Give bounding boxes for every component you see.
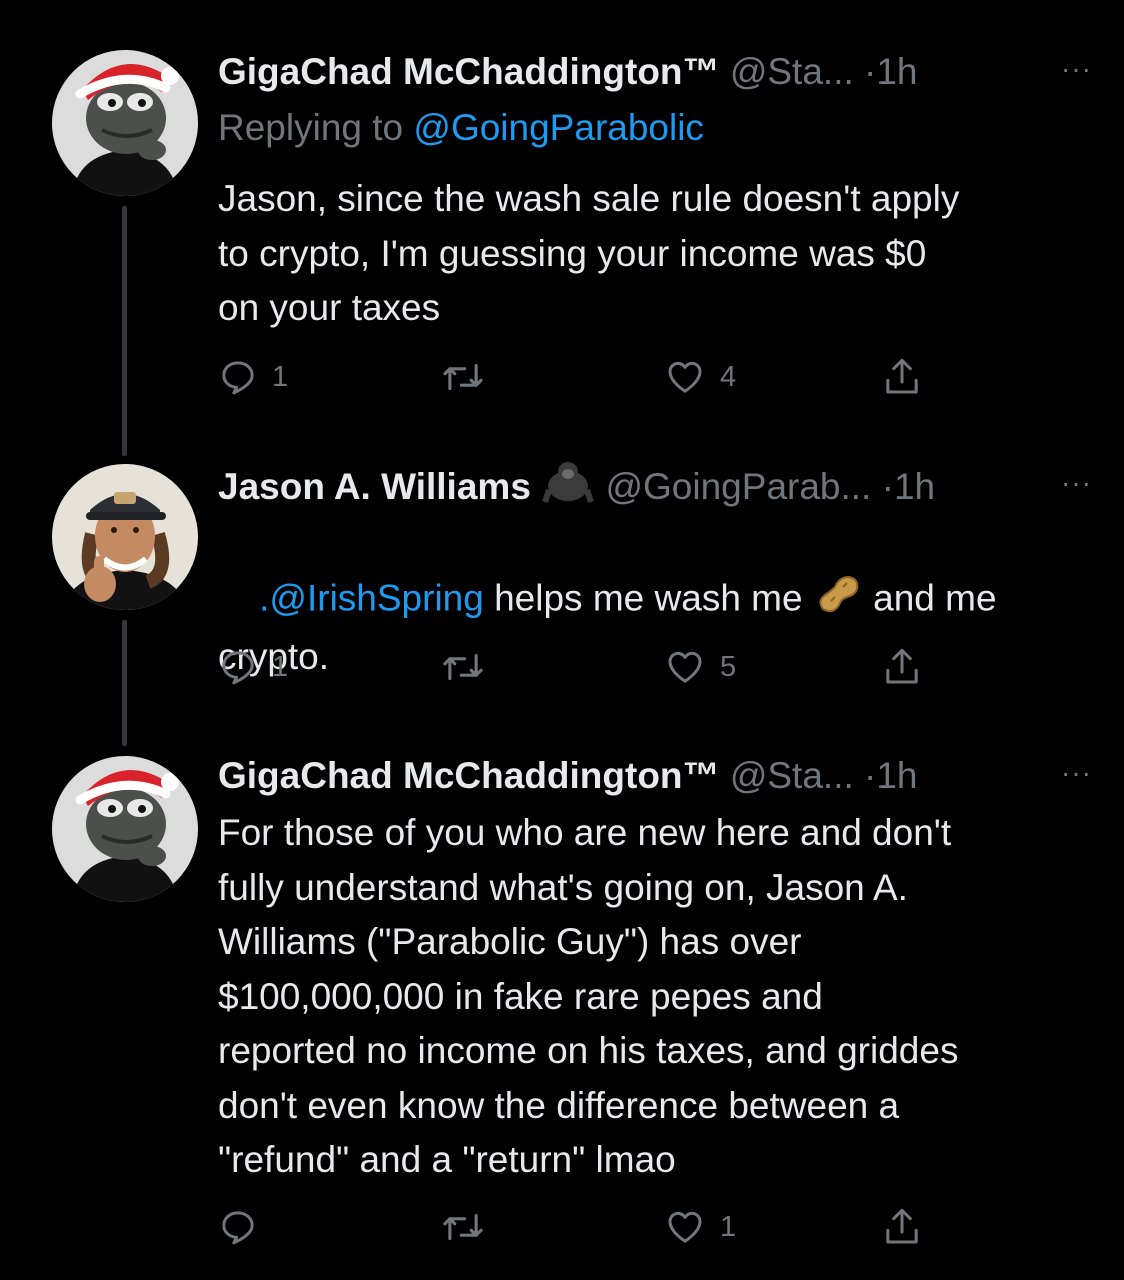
heart-icon (668, 361, 702, 393)
like-button[interactable]: 1 (664, 1202, 736, 1252)
tweet-text-part: helps me wash me (483, 577, 813, 619)
tweet-text-part: and me (862, 577, 997, 619)
heart-icon (668, 651, 702, 683)
tweet-header: Jason A. Williams @GoingParab... ·1h ··· (218, 460, 1091, 512)
share-icon (886, 358, 918, 394)
tweet-header: GigaChad McChaddington™ @Sta... ·1h ··· (218, 46, 1091, 98)
share-button[interactable] (882, 1202, 922, 1252)
retweet-icon (443, 1213, 483, 1241)
reply-count: 1 (272, 650, 289, 683)
heart-icon (668, 1211, 702, 1243)
more-options-icon[interactable]: ··· (1061, 460, 1092, 506)
share-button[interactable] (882, 352, 922, 402)
like-button[interactable]: 4 (664, 352, 736, 402)
gorilla-emoji-icon (541, 460, 595, 518)
tweet-header: GigaChad McChaddington™ @Sta... ·1h ··· (218, 750, 1091, 802)
author-name[interactable]: Jason A. Williams (218, 466, 531, 507)
tweet[interactable]: GigaChad McChaddington™ @Sta... ·1h ··· … (0, 748, 1124, 1258)
like-count: 4 (720, 360, 737, 393)
author-name[interactable]: GigaChad McChaddington™ (218, 51, 720, 92)
replying-prefix: Replying to (218, 107, 414, 148)
timestamp[interactable]: 1h (876, 755, 917, 796)
tweet-text: For those of you who are new here and do… (218, 812, 959, 1180)
replying-to: Replying to @GoingParabolic (218, 102, 704, 154)
retweet-icon (443, 653, 483, 681)
reply-icon (222, 651, 254, 685)
like-button[interactable]: 5 (664, 642, 736, 692)
peanut-emoji-icon (813, 571, 863, 631)
reply-count: 1 (272, 360, 289, 393)
tweet-actions: 1 4 (218, 352, 938, 402)
man-thumbs-up-avatar-icon (52, 464, 198, 610)
tweet[interactable]: GigaChad McChaddington™ @Sta... ·1h ··· … (0, 44, 1124, 414)
avatar[interactable] (52, 464, 198, 610)
tweet[interactable]: Jason A. Williams @GoingParab... ·1h ···… (0, 458, 1124, 708)
reply-icon (222, 1211, 254, 1245)
timestamp[interactable]: 1h (894, 466, 935, 507)
retweet-button[interactable] (440, 1202, 500, 1252)
share-icon (886, 648, 918, 684)
separator-dot: · (864, 755, 877, 796)
reply-icon (222, 361, 254, 395)
replying-to-link[interactable]: @GoingParabolic (413, 107, 704, 148)
pepe-santa-avatar-icon (52, 756, 198, 902)
share-icon (886, 1208, 918, 1244)
retweet-icon (443, 363, 483, 391)
retweet-button[interactable] (440, 642, 500, 692)
author-handle[interactable]: @Sta... (730, 755, 854, 796)
more-options-icon[interactable]: ··· (1061, 46, 1092, 92)
tweet-text: .@IrishSpring helps me wash me and me cry… (218, 516, 1078, 739)
tweet-actions: 1 (218, 1202, 938, 1252)
separator-dot: · (881, 465, 894, 507)
timestamp[interactable]: 1h (876, 51, 917, 92)
share-button[interactable] (882, 642, 922, 692)
mention-link[interactable]: .@IrishSpring (259, 577, 484, 618)
tweet-actions: 1 5 (218, 642, 938, 692)
reply-button[interactable] (218, 1202, 272, 1252)
pepe-santa-avatar-icon (52, 50, 198, 196)
separator-dot: · (864, 51, 877, 92)
reply-button[interactable]: 1 (218, 642, 288, 692)
retweet-button[interactable] (440, 352, 500, 402)
reply-button[interactable]: 1 (218, 352, 288, 402)
like-count: 5 (720, 650, 737, 683)
author-name[interactable]: GigaChad McChaddington™ (218, 755, 720, 796)
author-handle[interactable]: @Sta... (730, 51, 854, 92)
author-handle[interactable]: @GoingParab... (605, 466, 871, 507)
tweet-text: Jason, since the wash sale rule doesn't … (218, 178, 960, 328)
more-options-icon[interactable]: ··· (1061, 750, 1092, 796)
avatar[interactable] (52, 50, 198, 196)
like-count: 1 (720, 1210, 737, 1243)
avatar[interactable] (52, 756, 198, 902)
